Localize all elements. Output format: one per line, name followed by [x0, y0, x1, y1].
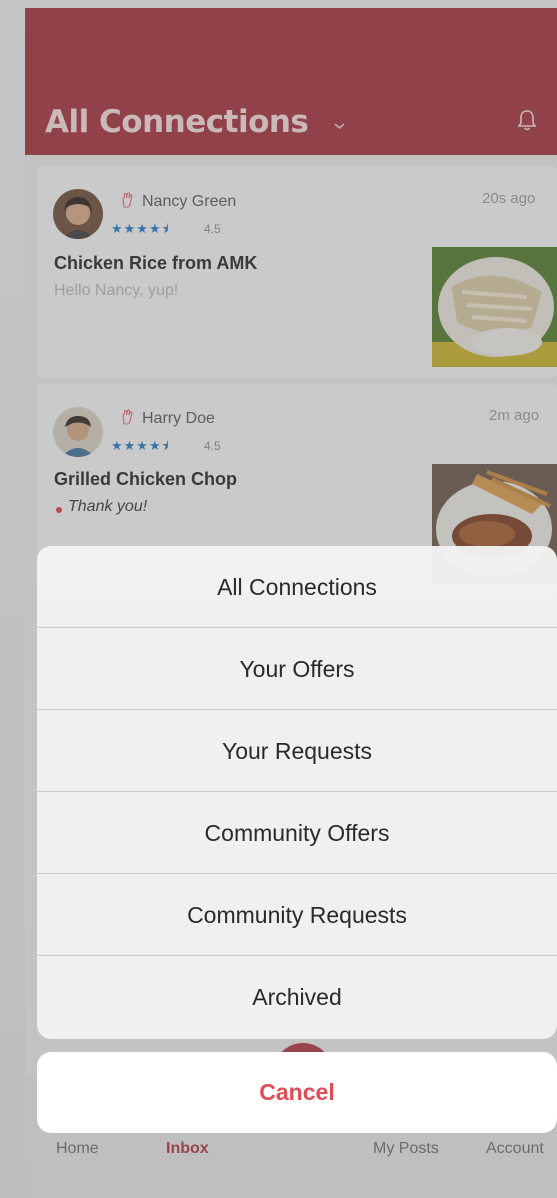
option-all-connections[interactable]: All Connections: [37, 546, 557, 628]
option-your-requests[interactable]: Your Requests: [37, 710, 557, 792]
filter-action-sheet: All Connections Your Offers Your Request…: [37, 546, 557, 1039]
cancel-button[interactable]: Cancel: [37, 1052, 557, 1133]
option-archived[interactable]: Archived: [37, 956, 557, 1038]
option-community-requests[interactable]: Community Requests: [37, 874, 557, 956]
option-community-offers[interactable]: Community Offers: [37, 792, 557, 874]
option-your-offers[interactable]: Your Offers: [37, 628, 557, 710]
